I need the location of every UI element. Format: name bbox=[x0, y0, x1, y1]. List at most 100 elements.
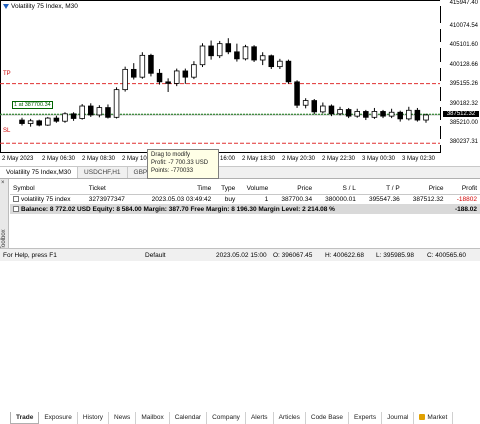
candle-body bbox=[269, 56, 274, 67]
tab-mailbox[interactable]: Mailbox bbox=[136, 412, 169, 424]
tp-label: TP bbox=[3, 71, 11, 77]
drag-tooltip: Drag to modify Profit: -7 700.33 USD Poi… bbox=[147, 149, 219, 179]
candle-body bbox=[88, 106, 93, 115]
tooltip-line-1: Drag to modify bbox=[151, 151, 215, 159]
time-tick-label: 2 May 18:30 bbox=[242, 156, 275, 162]
price-chart[interactable]: Volatility 75 Index, M30 TP SL 1 at 3877… bbox=[0, 0, 480, 166]
col-current-price[interactable]: Price bbox=[403, 184, 447, 194]
chart-title: Volatility 75 Index, M30 bbox=[3, 3, 78, 10]
candle-body bbox=[252, 47, 257, 60]
tab-journal[interactable]: Journal bbox=[382, 412, 414, 424]
tab-history[interactable]: History bbox=[78, 412, 109, 424]
candle-body bbox=[226, 44, 231, 52]
balance-row: Balance: 8 772.02 USD Equity: 8 584.00 M… bbox=[10, 204, 480, 214]
candle-body bbox=[381, 111, 386, 116]
candle-body bbox=[235, 52, 240, 59]
price-tick-label: 395155.26 bbox=[440, 81, 478, 87]
price-tick-label: 390182.32 bbox=[440, 101, 478, 107]
order-line-label[interactable]: 1 at 387700.34 bbox=[12, 101, 53, 109]
candle-body bbox=[312, 101, 317, 112]
tab-exposure[interactable]: Exposure bbox=[39, 412, 77, 424]
toolbox-sidebar: × Toolbox bbox=[0, 179, 9, 249]
price-tick-label: 380237.31 bbox=[440, 139, 478, 145]
candle-body bbox=[338, 110, 343, 114]
status-low: L: 395985.98 bbox=[376, 252, 414, 259]
chart-tab-0[interactable]: Volatility 75 Index,M30 bbox=[0, 167, 78, 178]
col-volume[interactable]: Volume bbox=[238, 184, 271, 194]
status-profile[interactable]: Default bbox=[145, 252, 166, 259]
candle-body bbox=[28, 121, 33, 124]
trade-table: Symbol Ticket Time Type Volume Price S /… bbox=[10, 184, 480, 214]
candle-body bbox=[398, 112, 403, 119]
balance-profit: -188.02 bbox=[447, 204, 480, 214]
status-high: H: 400622.68 bbox=[325, 252, 364, 259]
candle-body bbox=[346, 110, 351, 117]
cell-profit: -18802 bbox=[447, 194, 480, 204]
candle-body bbox=[166, 82, 171, 84]
cell-sl[interactable]: 380000.01 bbox=[315, 194, 359, 204]
price-tick-label: 400128.66 bbox=[440, 62, 478, 68]
cell-symbol-text: volatility 75 index bbox=[21, 196, 71, 203]
col-tp[interactable]: T / P bbox=[359, 184, 403, 194]
candle-body bbox=[20, 120, 25, 124]
tab-market[interactable]: Market bbox=[414, 412, 453, 424]
col-symbol[interactable]: Symbol bbox=[10, 184, 86, 194]
tab-trade[interactable]: Trade bbox=[10, 412, 39, 424]
chart-tabs: Volatility 75 Index,M30 USDCHF,H1 GBP... bbox=[0, 166, 480, 178]
tab-alerts[interactable]: Alerts bbox=[246, 412, 274, 424]
close-icon[interactable]: × bbox=[1, 180, 5, 186]
tooltip-line-2: Profit: -7 700.33 USD bbox=[151, 159, 215, 167]
sl-label: SL bbox=[3, 128, 10, 134]
cell-tp[interactable]: 395547.36 bbox=[359, 194, 403, 204]
time-tick-label: 2 May 08:30 bbox=[82, 156, 115, 162]
tab-market-label: Market bbox=[427, 414, 447, 421]
candle-body bbox=[63, 114, 68, 121]
candle-body bbox=[217, 44, 222, 56]
candle-body bbox=[372, 111, 377, 117]
current-price-marker: 387512.32 bbox=[443, 111, 479, 117]
tab-company[interactable]: Company bbox=[207, 412, 246, 424]
price-tick-label: 385210.00 bbox=[440, 120, 478, 126]
plot-border bbox=[1, 1, 441, 153]
toolbox-tabs: Trade Exposure History News Mailbox Cale… bbox=[10, 412, 480, 424]
tab-code-base[interactable]: Code Base bbox=[306, 412, 349, 424]
col-sl[interactable]: S / L bbox=[315, 184, 359, 194]
chart-canvas[interactable] bbox=[0, 0, 480, 166]
candle-body bbox=[106, 108, 111, 118]
candle-body bbox=[192, 65, 197, 77]
col-time[interactable]: Time bbox=[136, 184, 214, 194]
tooltip-line-3: Points: -770033 bbox=[151, 167, 215, 175]
candle-body bbox=[54, 118, 59, 121]
candle-body bbox=[329, 106, 334, 114]
col-type[interactable]: Type bbox=[214, 184, 238, 194]
col-profit[interactable]: Profit bbox=[447, 184, 480, 194]
candle-body bbox=[389, 112, 394, 116]
balance-summary: Balance: 8 772.02 USD Equity: 8 584.00 M… bbox=[10, 204, 447, 214]
tab-news[interactable]: News bbox=[109, 412, 136, 424]
cell-time: 2023.05.03 03:49:42 bbox=[136, 194, 214, 204]
symbol-menu-icon[interactable] bbox=[3, 4, 9, 9]
candle-body bbox=[286, 61, 291, 82]
time-tick-label: 3 May 02:30 bbox=[402, 156, 435, 162]
col-ticket[interactable]: Ticket bbox=[86, 184, 136, 194]
cell-type: buy bbox=[214, 194, 238, 204]
tab-articles[interactable]: Articles bbox=[274, 412, 306, 424]
tab-experts[interactable]: Experts bbox=[349, 412, 382, 424]
status-datetime: 2023.05.02 15:00 bbox=[216, 252, 267, 259]
candle-body bbox=[260, 56, 265, 60]
chart-tab-1[interactable]: USDCHF,H1 bbox=[78, 167, 127, 178]
candle-body bbox=[140, 55, 145, 77]
status-open: O: 396067.45 bbox=[273, 252, 312, 259]
table-header-row: Symbol Ticket Time Type Volume Price S /… bbox=[10, 184, 480, 194]
candle-body bbox=[114, 90, 119, 118]
cell-volume: 1 bbox=[238, 194, 271, 204]
balance-text: Balance: 8 772.02 USD Equity: 8 584.00 M… bbox=[21, 206, 335, 213]
cell-ticket: 3273977347 bbox=[86, 194, 136, 204]
tab-calendar[interactable]: Calendar bbox=[170, 412, 207, 424]
col-price[interactable]: Price bbox=[271, 184, 315, 194]
balance-icon bbox=[13, 206, 19, 212]
market-icon bbox=[419, 414, 425, 420]
table-row[interactable]: volatility 75 index 3273977347 2023.05.0… bbox=[10, 194, 480, 204]
candle-body bbox=[406, 110, 411, 119]
candle-body bbox=[45, 118, 50, 125]
